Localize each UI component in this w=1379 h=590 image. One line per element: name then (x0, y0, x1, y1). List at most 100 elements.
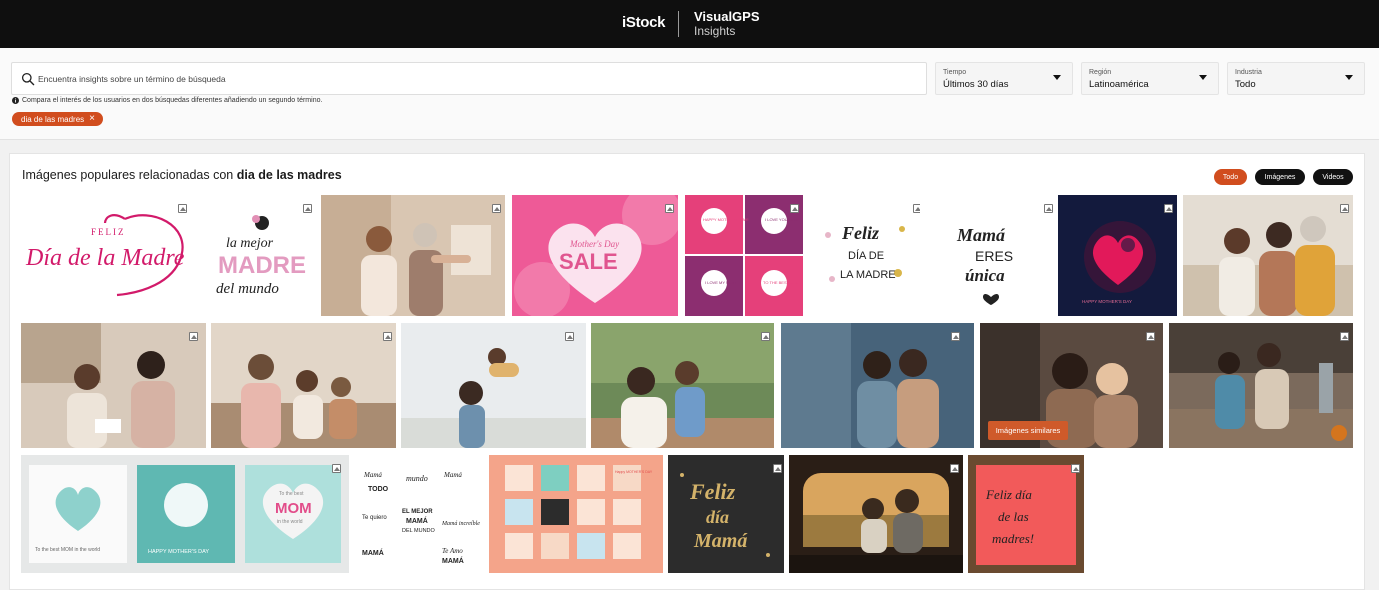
image-type-icon (1044, 204, 1053, 213)
svg-text:única: única (965, 266, 1005, 285)
image-tile[interactable]: Happy MOTHER'S DAY (489, 455, 663, 573)
search-term-chip[interactable]: dia de las madres × (12, 112, 103, 126)
tab-todo-label: Todo (1222, 173, 1239, 181)
image-tile[interactable] (1169, 323, 1353, 448)
industry-dropdown-label: Industria (1235, 69, 1262, 76)
mother-child-van-sunset-photo (789, 455, 963, 573)
image-tile[interactable]: Feliz día Mamá (668, 455, 784, 573)
image-tile[interactable]: HAPPY MOTHER'S DAY (1058, 195, 1177, 316)
search-term-chip-label: dia de las madres (21, 114, 85, 124)
region-dropdown[interactable]: Región Latinoamérica (1081, 62, 1219, 95)
feliz-dia-mama-chalkboard: Feliz día Mamá (668, 455, 784, 573)
mothers-day-teal-cards: To the best MOM in the world HAPPY MOTHE… (21, 455, 349, 573)
image-tile[interactable]: To the best MOM in the world HAPPY MOTHE… (21, 455, 349, 573)
compare-hint-text: Compara el interés de los usuarios en do… (22, 97, 323, 104)
women-dancing-photo (321, 195, 505, 316)
image-tile[interactable] (21, 323, 206, 448)
popular-images-panel: Imágenes populares relacionadas con dia … (9, 153, 1365, 590)
image-tile[interactable] (781, 323, 974, 448)
image-type-icon (913, 204, 920, 213)
visualgps-logo[interactable]: VisualGPS (694, 10, 760, 24)
image-tile[interactable]: Imágenes similares (980, 323, 1163, 448)
image-type-icon (189, 332, 198, 341)
svg-text:DÍA DE: DÍA DE (848, 249, 884, 262)
image-tile[interactable]: HAPPY MOTHER'S DAY! I LOVE YOU MOM I LOV… (685, 195, 803, 316)
image-type-icon (383, 332, 392, 341)
svg-text:EL MEJOR: EL MEJOR (402, 509, 433, 515)
istock-logo[interactable]: iStock (622, 14, 666, 31)
image-tile[interactable]: la mejor MADRE del mundo (196, 195, 314, 316)
similar-images-button[interactable]: Imágenes similares (988, 421, 1068, 440)
image-type-icon (303, 204, 312, 213)
svg-text:de las: de las (998, 509, 1029, 524)
image-tile[interactable]: Mother's Day SALE (512, 195, 678, 316)
industry-dropdown[interactable]: Industria Todo (1227, 62, 1365, 95)
svg-text:Te Amo: Te Amo (442, 547, 463, 555)
svg-text:la mejor: la mejor (226, 236, 274, 251)
mama-eres-unica-illustration: Mamá ERES única (956, 225, 1013, 305)
image-type-icon (665, 204, 674, 213)
mother-kids-sofa-photo (211, 323, 396, 448)
mothers-day-card-set: Happy MOTHER'S DAY (489, 455, 663, 573)
tab-imagenes-label: Imágenes (1264, 173, 1296, 181)
panel-title-prefix: Imágenes populares relacionadas con (22, 168, 234, 182)
image-tile[interactable] (1183, 195, 1353, 316)
image-tile[interactable] (591, 323, 774, 448)
svg-text:Feliz día: Feliz día (985, 487, 1032, 502)
svg-text:Mamá: Mamá (956, 225, 1006, 245)
panel-title-term: dia de las madres (236, 168, 342, 182)
image-tile[interactable]: FELIZ Día de la Madre (21, 195, 189, 316)
search-input[interactable] (38, 64, 918, 93)
insights-logo-text: Insights (694, 24, 736, 38)
svg-text:DEL MUNDO: DEL MUNDO (402, 528, 436, 534)
image-type-icon (565, 332, 574, 341)
close-icon[interactable]: × (89, 114, 95, 124)
svg-text:Feliz: Feliz (841, 223, 879, 243)
image-type-icon (1340, 204, 1349, 213)
svg-text:Mamá increíble: Mamá increíble (441, 521, 480, 527)
search-box[interactable] (11, 62, 927, 95)
image-type-icon (950, 464, 959, 473)
mother-son-hug-park-photo (591, 323, 774, 448)
image-type-icon (492, 204, 501, 213)
image-tile[interactable] (211, 323, 396, 448)
lettering-collection: Mamá TODO mundo Mamá Te quiero EL MEJOR … (362, 471, 480, 565)
svg-text:TO THE BEST MOM: TO THE BEST MOM (763, 280, 800, 285)
svg-text:Mamá: Mamá (693, 530, 748, 552)
info-icon (12, 97, 19, 104)
image-tile[interactable]: Mamá ERES única (927, 195, 1057, 316)
svg-text:del mundo: del mundo (216, 281, 279, 297)
dia-de-la-madre-illustration: FELIZ Día de la Madre (25, 214, 185, 297)
mother-daughter-gift-photo (21, 323, 206, 448)
image-tile[interactable]: Feliz día de las madres! (968, 455, 1084, 573)
tab-todo[interactable]: Todo (1214, 169, 1247, 185)
image-tile[interactable] (401, 323, 586, 448)
svg-text:Mother's Day: Mother's Day (569, 239, 619, 249)
filters-bar: Tiempo Últimos 30 días Región Latinoamér… (0, 48, 1379, 140)
time-dropdown[interactable]: Tiempo Últimos 30 días (935, 62, 1073, 95)
svg-text:MAMÁ: MAMÁ (406, 516, 428, 525)
image-type-icon (178, 204, 187, 213)
svg-text:SALE: SALE (559, 249, 618, 274)
tab-imagenes[interactable]: Imágenes (1255, 169, 1305, 185)
svg-text:ERES: ERES (975, 248, 1013, 264)
family-smiling-photo (1183, 195, 1353, 316)
svg-text:TODO: TODO (368, 486, 389, 493)
mother-kissing-boy-photo (781, 323, 974, 448)
similar-images-label: Imágenes similares (995, 426, 1061, 435)
mother-son-kitchen-photo (1169, 323, 1353, 448)
search-icon (21, 72, 35, 86)
image-tile[interactable]: Mamá TODO mundo Mamá Te quiero EL MEJOR … (354, 455, 484, 573)
image-tile[interactable]: Feliz DÍA DE LA MADRE (810, 195, 920, 316)
svg-text:I LOVE MY MOM: I LOVE MY MOM (705, 280, 736, 285)
image-type-icon (1340, 332, 1349, 341)
svg-text:Mamá: Mamá (443, 471, 462, 479)
image-tile[interactable] (789, 455, 963, 573)
panel-title: Imágenes populares relacionadas con dia … (22, 168, 342, 182)
region-dropdown-value: Latinoamérica (1089, 79, 1149, 90)
industry-dropdown-value: Todo (1235, 79, 1256, 90)
tab-videos[interactable]: Videos (1313, 169, 1353, 185)
tab-videos-label: Videos (1322, 173, 1344, 181)
image-tile[interactable] (321, 195, 505, 316)
svg-text:madres!: madres! (992, 531, 1034, 546)
